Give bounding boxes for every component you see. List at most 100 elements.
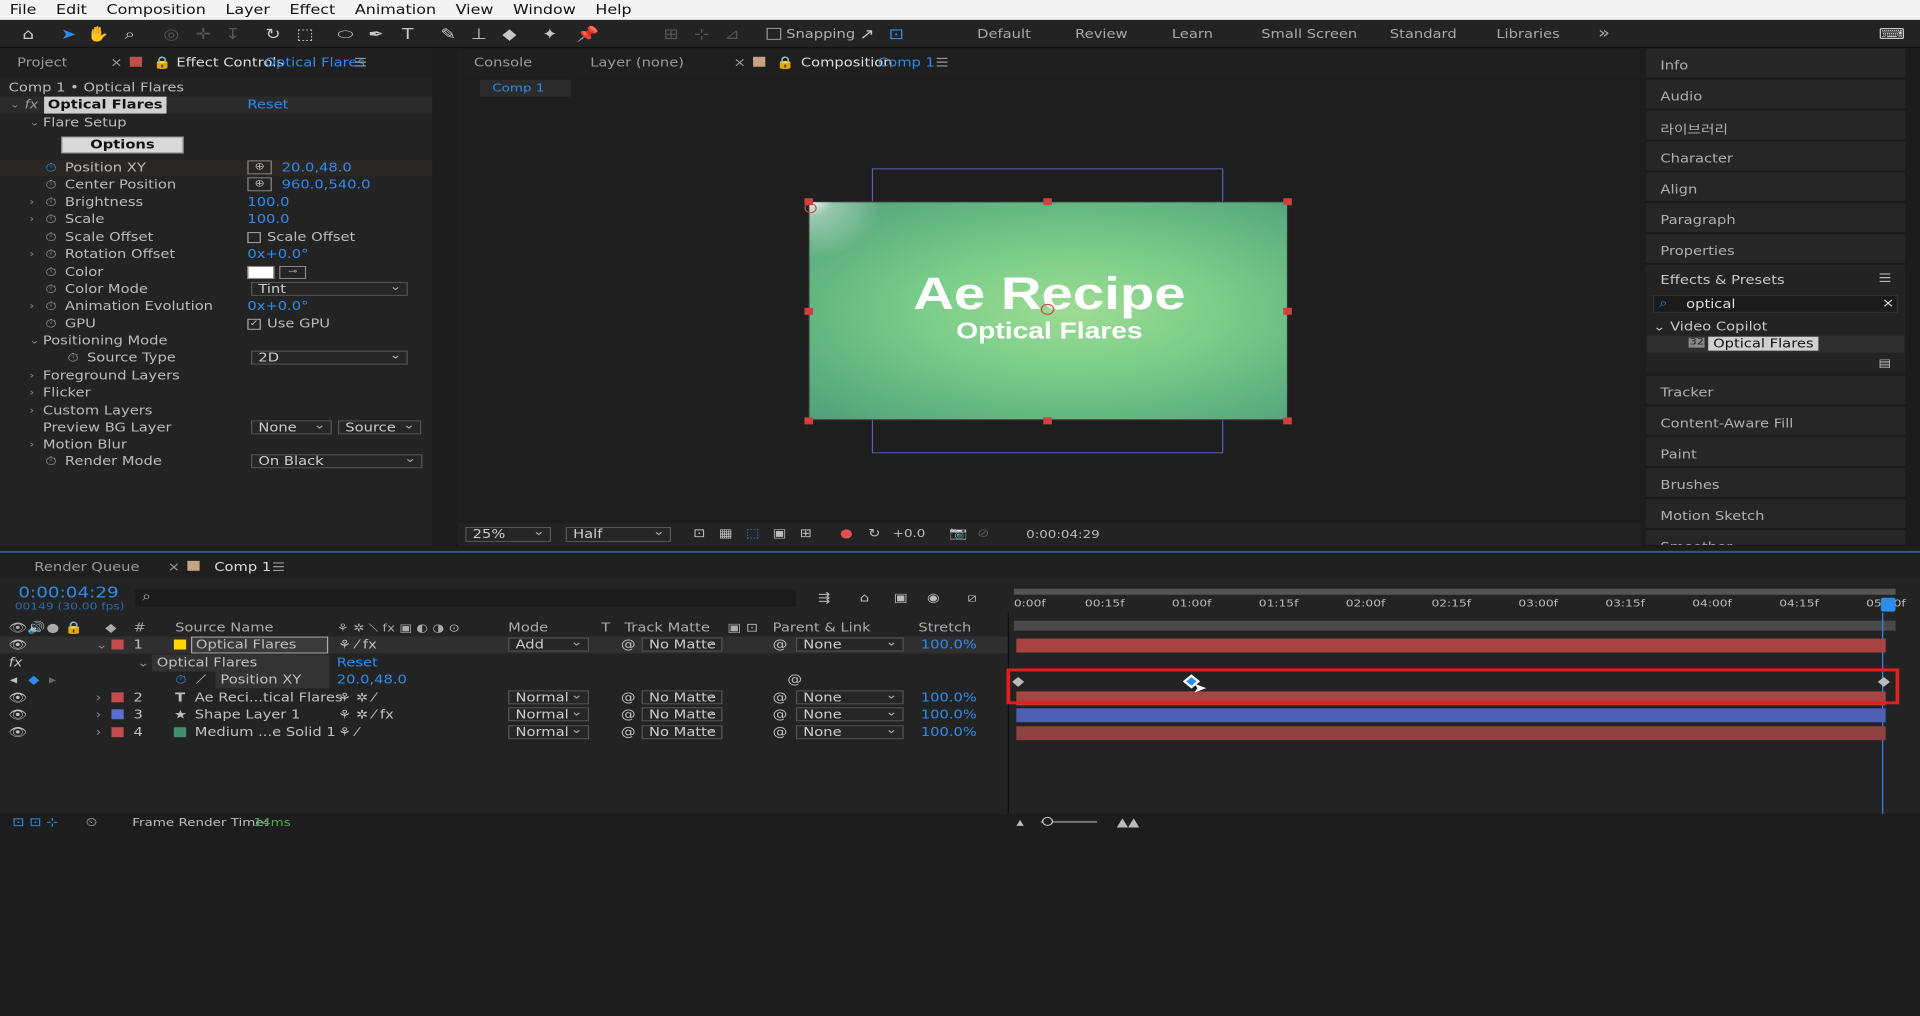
- track-matte-dropdown[interactable]: No Matte: [641, 723, 723, 740]
- paint-panel[interactable]: Paint: [1645, 437, 1906, 468]
- align-panel[interactable]: Align: [1645, 172, 1906, 203]
- parent-dropdown[interactable]: None: [795, 705, 904, 722]
- flare-setup-expand-icon[interactable]: ⌄: [29, 115, 39, 132]
- color-mode-dropdown[interactable]: Tint: [251, 280, 408, 296]
- graph-editor-icon[interactable]: ⧄: [967, 591, 976, 606]
- reset-exposure-icon[interactable]: ↻: [868, 526, 880, 540]
- prop-center-position-value[interactable]: 960.0,540.0: [282, 176, 371, 193]
- shy-layers-icon[interactable]: ▣: [894, 591, 908, 605]
- new-folder-icon[interactable]: ▤: [1878, 357, 1891, 370]
- audio-panel[interactable]: Audio: [1645, 79, 1906, 110]
- pickwhip-icon[interactable]: @: [773, 724, 788, 741]
- eye-icon[interactable]: 👁: [9, 689, 28, 706]
- next-keyframe-icon[interactable]: ▸: [49, 671, 56, 688]
- libraries-panel[interactable]: 라이브러리: [1645, 110, 1906, 141]
- prev-keyframe-icon[interactable]: ◂: [10, 671, 17, 688]
- expand-icon[interactable]: ›: [29, 246, 34, 263]
- time-ruler[interactable]: 0:00f 00:15f 01:00f 01:15f 02:00f 02:15f…: [1014, 599, 1906, 619]
- menu-effect[interactable]: Effect: [280, 2, 345, 17]
- dolly-tool-icon[interactable]: ↧: [220, 24, 244, 44]
- menu-window[interactable]: Window: [503, 2, 585, 17]
- layer-switches[interactable]: ⚘ ⁄ fx: [338, 637, 377, 654]
- align-icon[interactable]: ⊞: [659, 24, 683, 44]
- draft-3d-icon[interactable]: ⌂: [860, 591, 869, 605]
- stopwatch-icon[interactable]: ⏱: [45, 453, 56, 470]
- color-swatch[interactable]: [247, 265, 275, 279]
- zoom-in-icon[interactable]: ▲▲: [1117, 815, 1140, 829]
- anchor-tool-icon[interactable]: ⬚: [293, 24, 317, 44]
- brush-tool-icon[interactable]: ✎: [436, 24, 460, 44]
- transform-handle[interactable]: [1283, 307, 1292, 315]
- source-type-dropdown[interactable]: 2D: [251, 349, 408, 365]
- stretch-value[interactable]: 100.0%: [921, 706, 977, 723]
- prop-animation-evolution-value[interactable]: 0x+0.0°: [247, 298, 308, 315]
- transform-handle[interactable]: [1043, 198, 1052, 206]
- track-matte-icon[interactable]: @: [621, 724, 636, 741]
- effects-search-input[interactable]: ⌕ optical ×: [1653, 294, 1898, 313]
- layer-label-color[interactable]: [111, 709, 124, 720]
- zoom-dropdown[interactable]: 25%: [465, 525, 552, 542]
- tab-project[interactable]: Project: [17, 56, 67, 70]
- layer-4-bar[interactable]: [1016, 726, 1886, 741]
- effect-reset-button[interactable]: Reset: [337, 655, 378, 672]
- rotate-tool-icon[interactable]: ↻: [261, 24, 285, 44]
- region-of-interest-icon[interactable]: ▣: [773, 526, 787, 540]
- exposure-value[interactable]: +0.0: [893, 527, 926, 540]
- layer-switches[interactable]: ⚘ ⁄: [338, 724, 358, 741]
- viewer-timecode[interactable]: 0:00:04:29: [1026, 528, 1100, 541]
- panel-menu-icon[interactable]: ☰: [1878, 271, 1891, 285]
- roto-tool-icon[interactable]: ✦: [538, 24, 562, 44]
- expand-icon[interactable]: ⌄: [29, 333, 39, 350]
- track-matte-dropdown[interactable]: No Matte: [641, 705, 723, 722]
- chevron-right-icon[interactable]: ›: [96, 689, 102, 706]
- close-tab-icon[interactable]: ×: [733, 56, 745, 70]
- track-matte-icon[interactable]: @: [621, 706, 636, 723]
- close-tab-icon[interactable]: ×: [110, 56, 122, 70]
- layer-name[interactable]: Optical Flares: [191, 636, 329, 654]
- transform-handle[interactable]: [1043, 417, 1052, 425]
- info-panel[interactable]: Info: [1645, 48, 1906, 79]
- chevron-down-icon[interactable]: ⌄: [96, 637, 108, 654]
- zoom-slider-handle[interactable]: [1042, 816, 1054, 826]
- transparency-grid-icon[interactable]: ▦: [719, 526, 733, 540]
- effect-expand-icon[interactable]: ⌄: [10, 97, 20, 114]
- add-keyframe-icon[interactable]: ◆: [28, 671, 39, 688]
- smoother-panel[interactable]: Smoother: [1645, 529, 1906, 546]
- expand-icon[interactable]: ›: [29, 211, 34, 228]
- blend-mode-dropdown[interactable]: Normal: [508, 723, 589, 740]
- eye-icon[interactable]: 👁: [9, 724, 28, 741]
- layer-name[interactable]: Medium ...e Solid 1: [195, 724, 336, 741]
- stopwatch-icon[interactable]: ⏱: [45, 229, 56, 246]
- col-source-name[interactable]: Source Name: [175, 620, 273, 637]
- crosshair-icon[interactable]: ⊕: [247, 177, 272, 192]
- stopwatch-icon[interactable]: ⏱: [45, 264, 56, 281]
- timeline-search-input[interactable]: ⌕: [134, 589, 796, 607]
- snap-edge-icon[interactable]: ↗: [855, 24, 879, 44]
- pan-tool-icon[interactable]: ✛: [191, 24, 215, 44]
- preview-bg-layer-dropdown[interactable]: None: [251, 418, 332, 435]
- stretch-value[interactable]: 100.0%: [921, 689, 977, 706]
- stopwatch-icon[interactable]: ⏱: [45, 194, 56, 211]
- prop-brightness-value[interactable]: 100.0: [247, 194, 289, 211]
- preview-bg-source-dropdown[interactable]: Source: [337, 418, 422, 435]
- pickwhip-icon[interactable]: @: [773, 689, 788, 706]
- workspace-learn[interactable]: Learn: [1172, 27, 1213, 41]
- layer-switches[interactable]: ⚘ ✲ ⁄: [338, 689, 375, 706]
- fast-preview-icon[interactable]: ⊡: [693, 526, 705, 540]
- blend-mode-dropdown[interactable]: Normal: [508, 705, 589, 722]
- grid-guides-icon[interactable]: ⊞: [800, 526, 812, 540]
- hand-tool-icon[interactable]: ✋: [86, 24, 110, 44]
- panel-menu-icon[interactable]: ☰: [936, 56, 949, 70]
- menu-animation[interactable]: Animation: [345, 2, 446, 17]
- world-axis-icon[interactable]: ⊿: [720, 24, 744, 44]
- crosshair-icon[interactable]: ⊕: [247, 160, 272, 175]
- stopwatch-icon[interactable]: ⏱: [45, 281, 56, 298]
- layer-3-bar[interactable]: [1016, 708, 1886, 723]
- layer-label-color[interactable]: [111, 692, 124, 703]
- search-help-icon[interactable]: ⌨: [1878, 24, 1906, 44]
- prop-rotation-offset-value[interactable]: 0x+0.0°: [247, 246, 308, 263]
- expand-icon[interactable]: ›: [29, 436, 34, 453]
- eyedropper-icon[interactable]: ⊸: [279, 265, 307, 279]
- effect-list-item[interactable]: 32 Optical Flares: [1646, 335, 1905, 353]
- close-tab-icon[interactable]: ×: [168, 560, 180, 574]
